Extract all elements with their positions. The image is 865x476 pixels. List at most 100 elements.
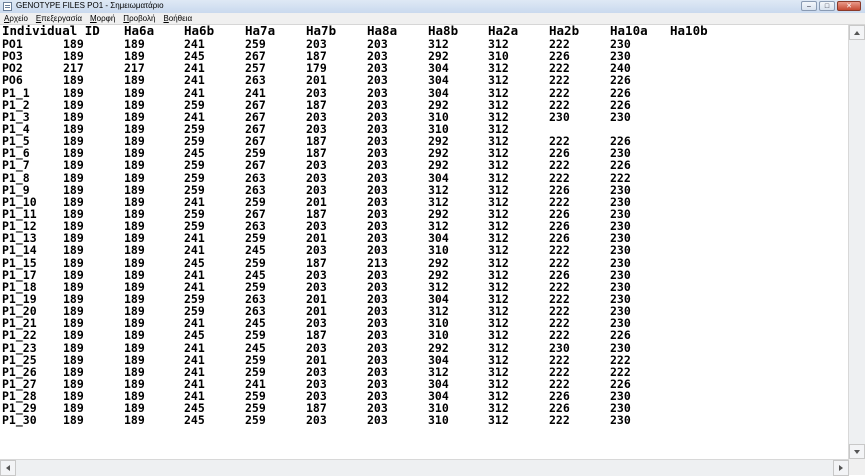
- genotype-cell: 241: [184, 364, 205, 379]
- window-controls: – □ ✕: [801, 1, 861, 11]
- genotype-cell: 189: [63, 340, 84, 355]
- genotype-cell: 187: [306, 255, 327, 270]
- genotype-cell: 263: [245, 73, 266, 88]
- individual-id-cell: P1_25: [2, 352, 37, 367]
- notepad-icon: [3, 2, 12, 11]
- scroll-up-arrow-icon[interactable]: [849, 25, 865, 40]
- genotype-cell: 263: [245, 182, 266, 197]
- genotype-cell: 189: [124, 364, 145, 379]
- genotype-cell: 203: [367, 413, 388, 428]
- genotype-cell: 312: [488, 97, 509, 112]
- individual-id-cell: P1_1: [2, 85, 30, 100]
- genotype-cell: 259: [245, 255, 266, 270]
- genotype-cell: 189: [124, 170, 145, 185]
- title-bar[interactable]: GENOTYPE FILES PO1 - Σημειωματάριο – □ ✕: [0, 0, 865, 14]
- horizontal-scrollbar[interactable]: [0, 459, 849, 476]
- individual-id-cell: P1_30: [2, 413, 37, 428]
- table-row: P1_7 189 189 259 267 203 203 292 312 222 226: [0, 159, 849, 171]
- minimize-button[interactable]: –: [801, 1, 817, 11]
- genotype-cell: 222: [549, 255, 570, 270]
- genotype-cell: 203: [367, 328, 388, 343]
- genotype-cell: 230: [610, 109, 631, 124]
- individual-id-cell: P1_15: [2, 255, 37, 270]
- scroll-right-arrow-icon[interactable]: [833, 460, 849, 476]
- genotype-cell: 222: [549, 170, 570, 185]
- genotype-cell: 222: [610, 170, 631, 185]
- genotype-cell: 241: [184, 243, 205, 258]
- genotype-cell: 259: [184, 170, 205, 185]
- genotype-cell: 189: [124, 255, 145, 270]
- close-button[interactable]: ✕: [837, 1, 861, 11]
- genotype-cell: 245: [184, 413, 205, 428]
- genotype-cell: 203: [306, 85, 327, 100]
- genotype-cell: 230: [610, 413, 631, 428]
- individual-id-cell: P1_7: [2, 158, 30, 173]
- genotype-cell: 226: [610, 73, 631, 88]
- genotype-cell: 259: [184, 97, 205, 112]
- genotype-cell: 310: [428, 243, 449, 258]
- genotype-cell: 292: [428, 158, 449, 173]
- genotype-cell: 201: [306, 352, 327, 367]
- table-row: P1_15 189 189 245 259 187 213 292 312 222 230: [0, 257, 849, 269]
- genotype-cell: 189: [63, 255, 84, 270]
- genotype-cell: 241: [184, 73, 205, 88]
- scroll-down-arrow-icon[interactable]: [849, 444, 865, 459]
- genotype-cell: 222: [549, 158, 570, 173]
- genotype-cell: 230: [549, 109, 570, 124]
- genotype-cell: 310: [428, 413, 449, 428]
- table-row: P1_1 189 189 241 241 203 203 304 312 222 226: [0, 87, 849, 99]
- genotype-cell: 203: [367, 170, 388, 185]
- genotype-cell: 292: [428, 267, 449, 282]
- genotype-cell: 203: [306, 243, 327, 258]
- genotype-cell: 189: [63, 364, 84, 379]
- vertical-scrollbar[interactable]: [848, 25, 865, 459]
- genotype-cell: 203: [367, 364, 388, 379]
- genotype-cell: 312: [488, 352, 509, 367]
- genotype-cell: 230: [610, 255, 631, 270]
- genotype-cell: 189: [124, 73, 145, 88]
- genotype-cell: 189: [124, 243, 145, 258]
- genotype-cell: 189: [63, 352, 84, 367]
- genotype-cell: 203: [367, 267, 388, 282]
- scroll-left-arrow-icon[interactable]: [0, 460, 16, 476]
- genotype-cell: 245: [245, 243, 266, 258]
- table-row: P1_30 189 189 245 259 203 203 310 312 222 230: [0, 414, 849, 426]
- text-editor-area[interactable]: Individual ID Ha6a Ha6b Ha7a Ha7b Ha8a Ha8b Ha2…: [0, 25, 849, 459]
- menu-file[interactable]: Αρχείο: [0, 13, 32, 24]
- genotype-cell: 230: [610, 182, 631, 197]
- genotype-cell: 189: [63, 170, 84, 185]
- genotype-cell: 230: [610, 340, 631, 355]
- genotype-cell: 226: [610, 328, 631, 343]
- table-row: PO6 189 189 241 263 201 203 304 312 222 226: [0, 74, 849, 86]
- genotype-cell: 292: [428, 340, 449, 355]
- genotype-cell: 312: [428, 364, 449, 379]
- genotype-cell: 241: [184, 267, 205, 282]
- maximize-button[interactable]: □: [819, 1, 835, 11]
- genotype-cell: 187: [306, 97, 327, 112]
- genotype-cell: 203: [367, 97, 388, 112]
- table-row: P1_22 189 189 245 259 187 203 310 312 222 226: [0, 329, 849, 341]
- genotype-cell: 189: [63, 413, 84, 428]
- menu-view[interactable]: Προβολή: [119, 13, 159, 24]
- genotype-cell: 203: [367, 73, 388, 88]
- notepad-window: GENOTYPE FILES PO1 - Σημειωματάριο – □ ✕…: [0, 0, 865, 476]
- genotype-cell: 189: [63, 97, 84, 112]
- genotype-cell: 203: [306, 182, 327, 197]
- genotype-cell: 203: [306, 340, 327, 355]
- genotype-cell: 187: [306, 328, 327, 343]
- genotype-cell: 312: [488, 170, 509, 185]
- genotype-cell: 267: [245, 158, 266, 173]
- genotype-cell: 201: [306, 73, 327, 88]
- genotype-cell: 203: [367, 352, 388, 367]
- genotype-cell: 241: [184, 279, 205, 294]
- menu-format[interactable]: Μορφή: [86, 13, 119, 24]
- genotype-cell: 222: [549, 328, 570, 343]
- genotype-cell: 312: [488, 364, 509, 379]
- menu-help[interactable]: Βοήθεια: [159, 13, 196, 24]
- column-header-id: Individual ID: [2, 25, 100, 38]
- genotype-cell: 230: [610, 279, 631, 294]
- genotype-cell: 259: [245, 413, 266, 428]
- genotype-cell: 245: [184, 255, 205, 270]
- genotype-cell: 189: [124, 182, 145, 197]
- menu-edit[interactable]: Επεξεργασία: [32, 13, 86, 24]
